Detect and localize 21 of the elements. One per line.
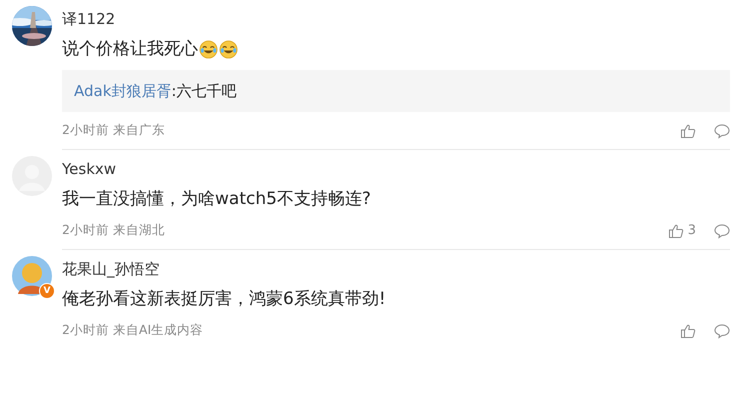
- comment-text: 我一直没搞懂，为啥watch5不支持畅连?: [62, 188, 371, 211]
- like-button[interactable]: [680, 322, 696, 338]
- laughing-emoji-icon: [199, 40, 218, 58]
- comment-meta: 2小时前 来自AI生成内容: [62, 322, 204, 339]
- user-name[interactable]: Yeskxw: [62, 158, 730, 180]
- comment-text: 俺老孙看这新表挺厉害，鸿蒙6系统真带劲!: [62, 288, 386, 311]
- comment-meta: 2小时前 来自广东: [62, 122, 165, 139]
- comment-icon[interactable]: [714, 122, 730, 138]
- like-button[interactable]: [680, 122, 696, 138]
- comment-meta: 2小时前 来自湖北: [62, 222, 165, 239]
- user-name[interactable]: 花果山_孙悟空: [62, 258, 730, 280]
- reply-text: :六七千吧: [171, 82, 236, 100]
- comment-text: 说个价格让我死心: [62, 38, 198, 61]
- verified-badge: V: [39, 283, 55, 299]
- avatar-figure-icon: [12, 256, 52, 296]
- reply-author[interactable]: Adak封狼居胥: [74, 82, 172, 100]
- like-button[interactable]: 3: [668, 222, 696, 238]
- comment-icon[interactable]: [714, 222, 730, 238]
- laughing-emoji-icon: [219, 40, 238, 58]
- comment-icon[interactable]: [714, 322, 730, 338]
- user-name[interactable]: 译1122: [62, 8, 730, 30]
